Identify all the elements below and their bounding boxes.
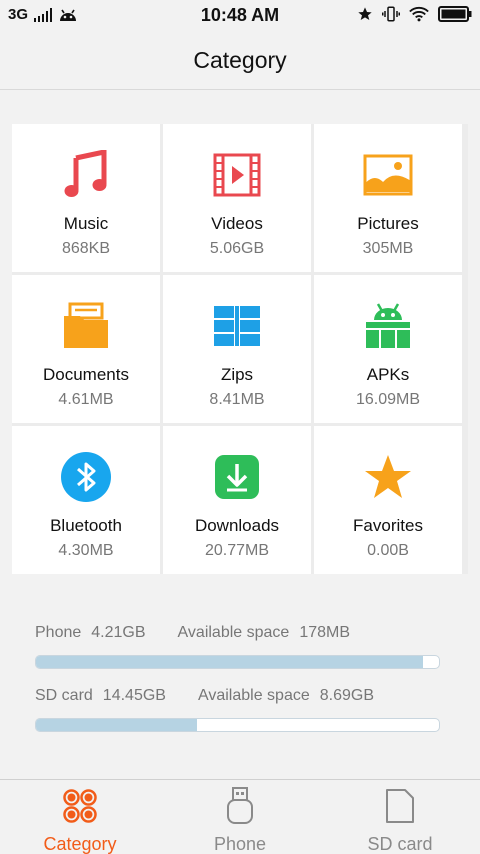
category-name: Pictures [357, 214, 419, 233]
vibrate-icon [382, 6, 400, 22]
bluetooth-icon [61, 452, 111, 502]
category-size: 0.00B [367, 542, 409, 559]
category-downloads[interactable]: Downloads 20.77MB [163, 426, 311, 574]
status-bar: 3G 10:48 AM [0, 0, 480, 32]
category-size: 16.09MB [355, 391, 421, 408]
picture-icon [363, 154, 413, 196]
usb-icon [227, 787, 253, 824]
category-size: 4.30MB [58, 542, 114, 559]
tab-label: SD card [367, 834, 433, 854]
category-name: Music [63, 214, 109, 233]
category-name: Zips [220, 365, 254, 384]
available-value: 178MB [299, 624, 351, 641]
storage-phone-fill [36, 656, 423, 668]
zip-icon [214, 306, 260, 346]
storage-sdcard-fill [36, 719, 198, 731]
category-size: 305MB [362, 240, 414, 257]
music-icon [64, 150, 107, 197]
star-icon [365, 455, 411, 498]
tab-label: Phone [213, 834, 267, 854]
storage-sdcard: SD card 14.45GB Available space 8.69GB [35, 687, 440, 705]
category-size: 868KB [61, 240, 111, 257]
app-header: Category [0, 32, 480, 90]
category-size: 20.77MB [204, 542, 270, 559]
category-name: Documents [43, 365, 129, 384]
category-name: Downloads [194, 516, 280, 535]
tab-category[interactable]: Category [0, 780, 160, 854]
category-name: Videos [211, 214, 263, 233]
page-title: Category [193, 47, 287, 73]
category-documents[interactable]: Documents 4.61MB [12, 275, 160, 423]
category-grid: Music 868KB Videos 5.06GB Pictures 305MB [12, 124, 468, 574]
folder-icon [64, 302, 108, 348]
category-name: Bluetooth [50, 516, 122, 535]
status-right [357, 5, 472, 23]
category-name: APKs [366, 365, 410, 384]
category-apks[interactable]: APKs 16.09MB [314, 275, 462, 423]
battery-icon [438, 6, 472, 22]
category-bluetooth[interactable]: Bluetooth 4.30MB [12, 426, 160, 574]
category-name: Favorites [353, 516, 423, 535]
storage-total: 4.21GB [91, 624, 146, 641]
storage-total: 14.45GB [102, 687, 166, 704]
apk-icon [366, 303, 410, 348]
category-size: 4.61MB [58, 391, 114, 408]
category-music[interactable]: Music 868KB [12, 124, 160, 272]
storage-phone: Phone 4.21GB Available space 178MB [35, 624, 440, 642]
storage-name: Phone [35, 624, 82, 641]
category-pictures[interactable]: Pictures 305MB [314, 124, 462, 272]
category-zips[interactable]: Zips 8.41MB [163, 275, 311, 423]
storage-name: SD card [35, 687, 93, 704]
wifi-icon [409, 7, 429, 22]
storage-phone-label: Phone 4.21GB Available space 178MB [35, 624, 440, 642]
category-videos[interactable]: Videos 5.06GB [163, 124, 311, 272]
bottom-tab-bar: Category Phone SD card [0, 779, 480, 854]
category-size: 8.41MB [209, 391, 265, 408]
available-value: 8.69GB [319, 687, 374, 704]
category-size: 5.06GB [209, 240, 265, 257]
star-icon [358, 7, 372, 20]
available-label: Available space [197, 687, 310, 704]
download-icon [215, 455, 259, 499]
video-icon [213, 153, 261, 197]
tab-phone[interactable]: Phone [160, 780, 320, 854]
category-favorites[interactable]: Favorites 0.00B [314, 426, 462, 574]
storage-phone-bar [35, 655, 440, 669]
storage-sdcard-bar [35, 718, 440, 732]
category-tab-icon [63, 789, 97, 823]
tab-sdcard[interactable]: SD card [320, 780, 480, 854]
storage-sdcard-label: SD card 14.45GB Available space 8.69GB [35, 687, 440, 705]
tab-label: Category [43, 834, 117, 854]
sdcard-icon [386, 789, 414, 823]
available-label: Available space [177, 624, 290, 641]
